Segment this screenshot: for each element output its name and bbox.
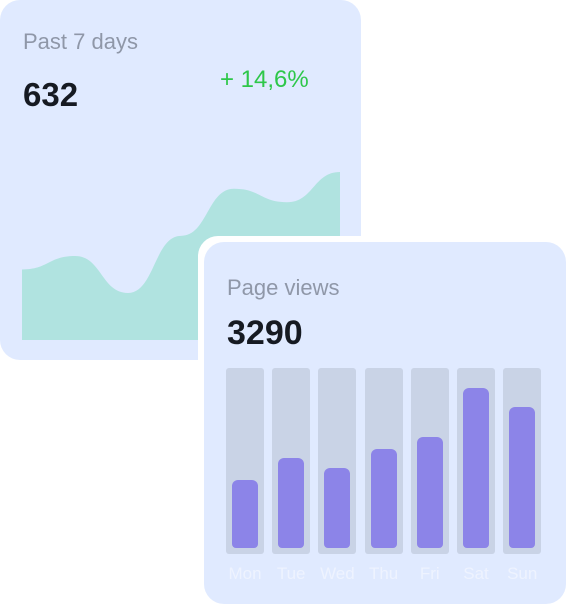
bar-fri[interactable] [416,437,443,548]
bar-sat[interactable] [463,388,489,548]
day-label-thu: Thu [368,564,399,583]
total-count: 632 [23,76,79,113]
bar-tue[interactable] [278,458,305,548]
day-label-sun: Sun [507,564,538,583]
bar-track-tue [272,368,311,554]
page-views-bar-chart [226,368,544,554]
day-label-mon: Mon [228,564,262,583]
change-percentage: + 14,6% [220,66,309,93]
period-label: Past 7 days [23,29,138,54]
bar-sun[interactable] [509,407,536,548]
day-label-tue: Tue [276,564,306,583]
bar-wed[interactable] [324,468,351,548]
day-label-sat: Sat [463,564,489,583]
bar-thu[interactable] [370,449,397,548]
bar-track-thu [364,368,403,554]
bar-track-wed [318,368,357,554]
bar-track-fri [410,368,449,554]
page-views-value: 3290 [227,314,303,352]
dashboard-widgets: Past 7 days 632 + 14,6% Page views 3290 … [0,0,566,604]
bar-mon[interactable] [232,480,258,548]
day-label-fri: Fri [419,564,440,583]
bar-track-sun [503,368,542,554]
bar-track-sat [457,368,495,554]
page-views-card[interactable]: Page views 3290 Mon Tue Wed Thu Fri Sat Sun [204,242,566,604]
day-label-wed: Wed [320,564,355,583]
page-views-title: Page views [227,275,340,300]
bar-track-mon [226,368,264,554]
